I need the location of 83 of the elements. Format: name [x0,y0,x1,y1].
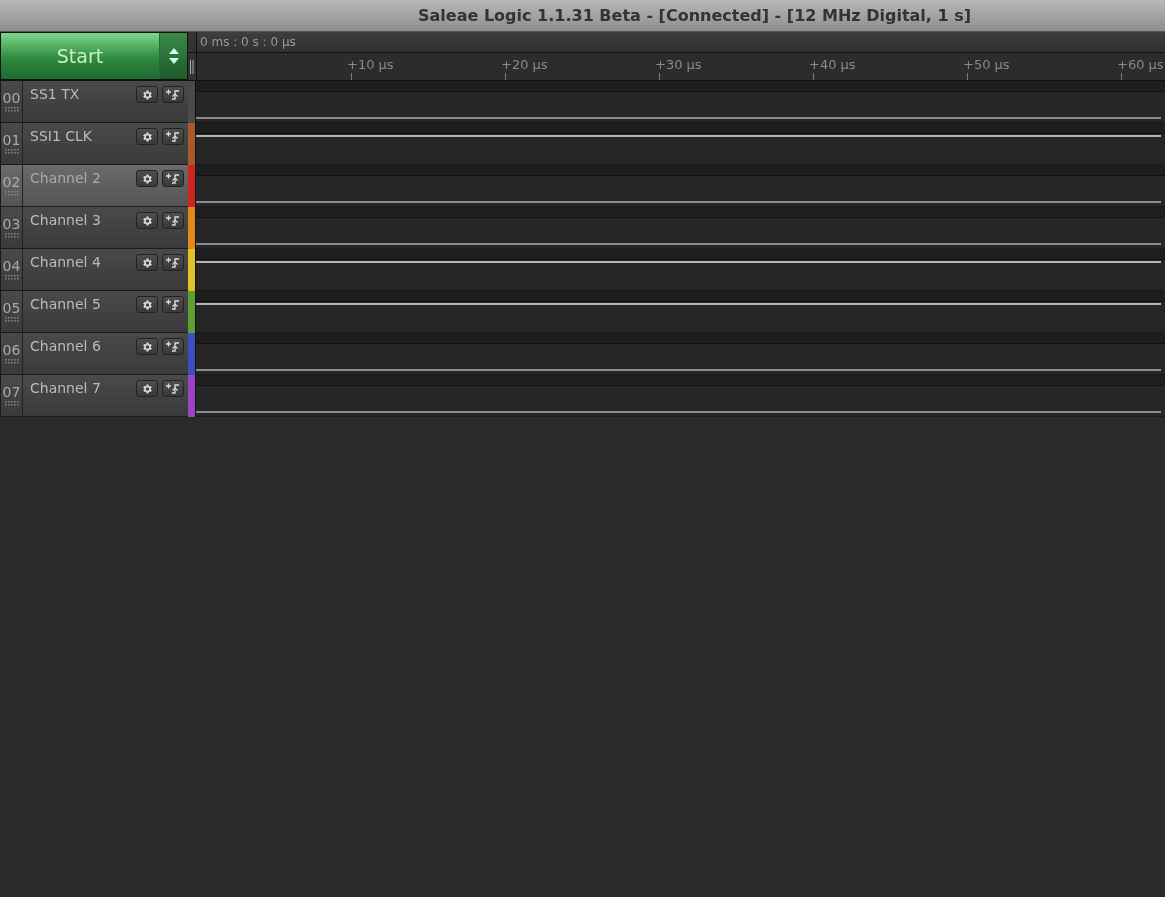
settings-button[interactable] [136,212,158,229]
add-trigger-icon [165,298,181,311]
tick-mark [351,73,352,80]
trigger-button[interactable] [162,212,184,229]
trigger-button[interactable] [162,170,184,187]
channel-number: 05 [2,300,21,316]
channel-name[interactable]: Channel 4 [30,254,132,270]
channel-name[interactable]: Channel 7 [30,380,132,396]
down-arrow-icon [168,58,179,64]
add-trigger-icon [165,172,181,185]
settings-icon [141,130,153,143]
up-arrow-icon [168,48,179,54]
settings-icon [141,340,153,353]
tick-mark [1121,73,1122,80]
settings-icon [141,298,153,311]
tick-label: +10 µs [347,57,394,72]
channel-header[interactable]: 02 Channel 2 [0,165,188,207]
grip-icon [4,232,19,238]
add-trigger-icon [165,256,181,269]
tick-label: +60 µs [1117,57,1164,72]
trigger-button[interactable] [162,296,184,313]
settings-button[interactable] [136,86,158,103]
add-trigger-icon [165,214,181,227]
tick-label: +20 µs [501,57,548,72]
settings-icon [141,88,153,101]
grip-icon [4,358,19,364]
trigger-button[interactable] [162,338,184,355]
trigger-button[interactable] [162,128,184,145]
tick-mark [813,73,814,80]
tick-mark [659,73,660,80]
channel-header[interactable]: 01 SSI1 CLK [0,123,188,165]
start-button[interactable]: Start [1,33,159,79]
add-trigger-icon [165,130,181,143]
channel-header[interactable]: 03 Channel 3 [0,207,188,249]
channel-name[interactable]: Channel 3 [30,212,132,228]
channel-number: 07 [2,384,21,400]
tick-label: +30 µs [655,57,702,72]
channel-number: 04 [2,258,21,274]
channel-number: 03 [2,216,21,232]
channel-name[interactable]: Channel 6 [30,338,132,354]
trigger-button[interactable] [162,380,184,397]
window-title: Saleae Logic 1.1.31 Beta - [Connected] - [12 MHz Digital, 1 s] [418,6,971,25]
grip-icon [4,106,19,112]
channel-name[interactable]: Channel 5 [30,296,132,312]
settings-button[interactable] [136,128,158,145]
channel-header[interactable]: 04 Channel 4 [0,249,188,291]
settings-icon [141,382,153,395]
cursor-time: 0 ms : 0 s : 0 µs [199,34,296,51]
channel-number: 00 [2,90,21,106]
channel-number: 06 [2,342,21,358]
channel-number: 02 [2,174,21,190]
grip-icon [4,274,19,280]
splitter-handle-icon[interactable] [190,59,194,74]
trigger-button[interactable] [162,254,184,271]
grip-icon [4,316,19,322]
settings-button[interactable] [136,296,158,313]
trigger-button[interactable] [162,86,184,103]
channel-header[interactable]: 00 SS1 TX [0,81,188,123]
grip-icon [4,148,19,154]
add-trigger-icon [165,88,181,101]
settings-icon [141,214,153,227]
settings-button[interactable] [136,338,158,355]
settings-button[interactable] [136,380,158,397]
grip-icon [4,190,19,196]
settings-icon [141,256,153,269]
channel-header[interactable]: 05 Channel 5 [0,291,188,333]
channel-name[interactable]: Channel 2 [30,170,132,186]
tick-mark [967,73,968,80]
tick-mark [505,73,506,80]
channel-number: 01 [2,132,21,148]
settings-icon [141,172,153,185]
settings-button[interactable] [136,254,158,271]
channel-name[interactable]: SS1 TX [30,86,132,102]
tick-label: +50 µs [963,57,1010,72]
grip-icon [4,400,19,406]
tick-label: +40 µs [809,57,856,72]
channel-name[interactable]: SSI1 CLK [30,128,132,144]
settings-button[interactable] [136,170,158,187]
channel-header[interactable]: 06 Channel 6 [0,333,188,375]
add-trigger-icon [165,340,181,353]
options-button[interactable] [159,33,187,79]
add-trigger-icon [165,382,181,395]
channel-header[interactable]: 07 Channel 7 [0,375,188,417]
